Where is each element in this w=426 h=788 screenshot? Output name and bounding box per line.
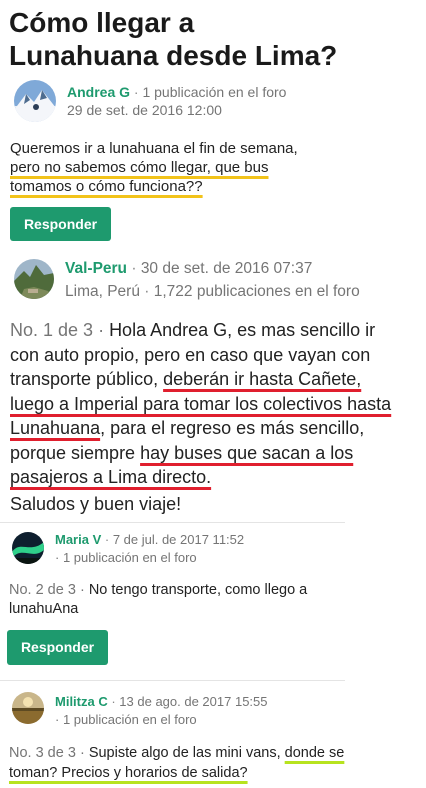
author-name[interactable]: Militza C bbox=[55, 694, 108, 709]
post-date: 29 de set. de 2016 12:00 bbox=[67, 102, 222, 118]
meta-separator: · bbox=[130, 84, 143, 100]
number-dot: · bbox=[75, 745, 89, 761]
post-date: 30 de set. de 2016 07:37 bbox=[140, 260, 313, 277]
reply-button[interactable]: Responder bbox=[10, 207, 111, 241]
post-body: Queremos ir a lunahuana el fin de semana… bbox=[10, 139, 310, 196]
divider bbox=[0, 680, 345, 681]
meta-separator: · bbox=[127, 260, 141, 277]
avatar-val-peru-icon[interactable] bbox=[14, 259, 54, 299]
author-name[interactable]: Val-Peru bbox=[65, 260, 127, 277]
meta-separator: · bbox=[55, 550, 63, 565]
post-number: No. 2 de 3 bbox=[9, 582, 76, 598]
divider bbox=[0, 522, 345, 523]
author-location: Lima, Perú bbox=[65, 283, 140, 300]
author-name[interactable]: Maria V bbox=[55, 532, 101, 547]
avatar-maria-icon[interactable] bbox=[12, 532, 44, 564]
post-date: 7 de jul. de 2017 11:52 bbox=[112, 532, 245, 547]
post-count: 1 publicación en el foro bbox=[62, 550, 197, 565]
meta-separator: · bbox=[101, 532, 113, 547]
post-text: Supiste algo de las mini vans, bbox=[88, 745, 281, 761]
post-body: No. 1 de 3 · Hola Andrea G, es mas senci… bbox=[10, 318, 402, 490]
post-body: No. 2 de 3 · No tengo transporte, como l… bbox=[9, 581, 349, 619]
highlighted-text: pero no sabemos cómo llegar, que bus tom… bbox=[10, 159, 269, 195]
number-dot: · bbox=[75, 582, 89, 598]
author-name[interactable]: Andrea G bbox=[67, 84, 130, 100]
post-count: 1,722 publicaciones en el foro bbox=[153, 283, 360, 300]
post-count: 1 publicación en el foro bbox=[142, 84, 287, 100]
thread-title: Cómo llegar a Lunahuana desde Lima? bbox=[9, 7, 338, 71]
post-text: Queremos ir a lunahuana el fin de semana… bbox=[10, 140, 298, 157]
meta-separator: · bbox=[107, 694, 120, 709]
reply-button[interactable]: Responder bbox=[7, 630, 108, 665]
post-signoff: Saludos y buen viaje! bbox=[10, 494, 182, 514]
meta-separator: · bbox=[139, 283, 154, 300]
post-count: 1 publicación en el foro bbox=[62, 712, 197, 727]
post-number: No. 3 de 3 bbox=[9, 745, 76, 761]
post-number: No. 1 de 3 bbox=[10, 320, 94, 340]
post-body: No. 3 de 3 · Supiste algo de las mini va… bbox=[9, 743, 369, 783]
number-dot: · bbox=[93, 320, 110, 340]
post-date: 13 de ago. de 2017 15:55 bbox=[119, 694, 268, 709]
avatar-militza-icon[interactable] bbox=[12, 692, 44, 724]
meta-separator: · bbox=[55, 712, 63, 727]
avatar-andrea-icon[interactable] bbox=[14, 80, 56, 122]
